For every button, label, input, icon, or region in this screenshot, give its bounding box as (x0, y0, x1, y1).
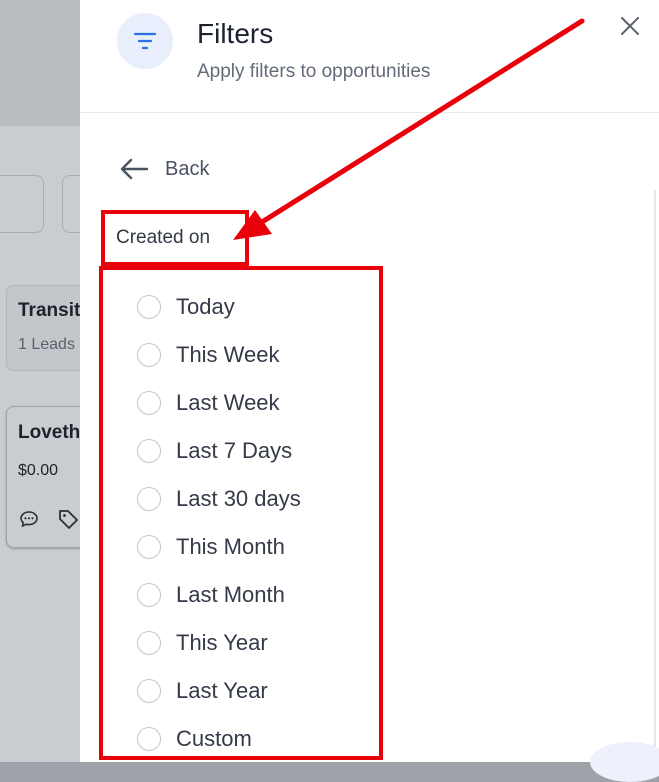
background-stage-leads: 1 Leads (18, 336, 75, 353)
background-stage-title: Transit (18, 300, 81, 321)
back-label: Back (165, 157, 210, 180)
annotation-box-section-label (101, 210, 249, 266)
chat-icon (20, 511, 38, 527)
arrow-left-icon (120, 158, 149, 180)
floating-button-partial (590, 742, 659, 782)
panel-scroll-edge (654, 190, 656, 762)
filter-lines-icon (117, 13, 173, 69)
panel-title: Filters (197, 18, 274, 49)
back-button[interactable]: Back (119, 155, 209, 183)
tag-icon (59, 510, 78, 529)
background-opportunity-value: $0.00 (18, 462, 59, 479)
panel-header: Filters Apply filters to opportunities (80, 0, 659, 113)
annotation-box-options (99, 266, 383, 760)
close-icon[interactable] (617, 13, 643, 39)
panel-subtitle: Apply filters to opportunities (197, 61, 431, 82)
background-opportunity-name: Loveth (18, 422, 81, 443)
background-search-box (0, 175, 44, 233)
